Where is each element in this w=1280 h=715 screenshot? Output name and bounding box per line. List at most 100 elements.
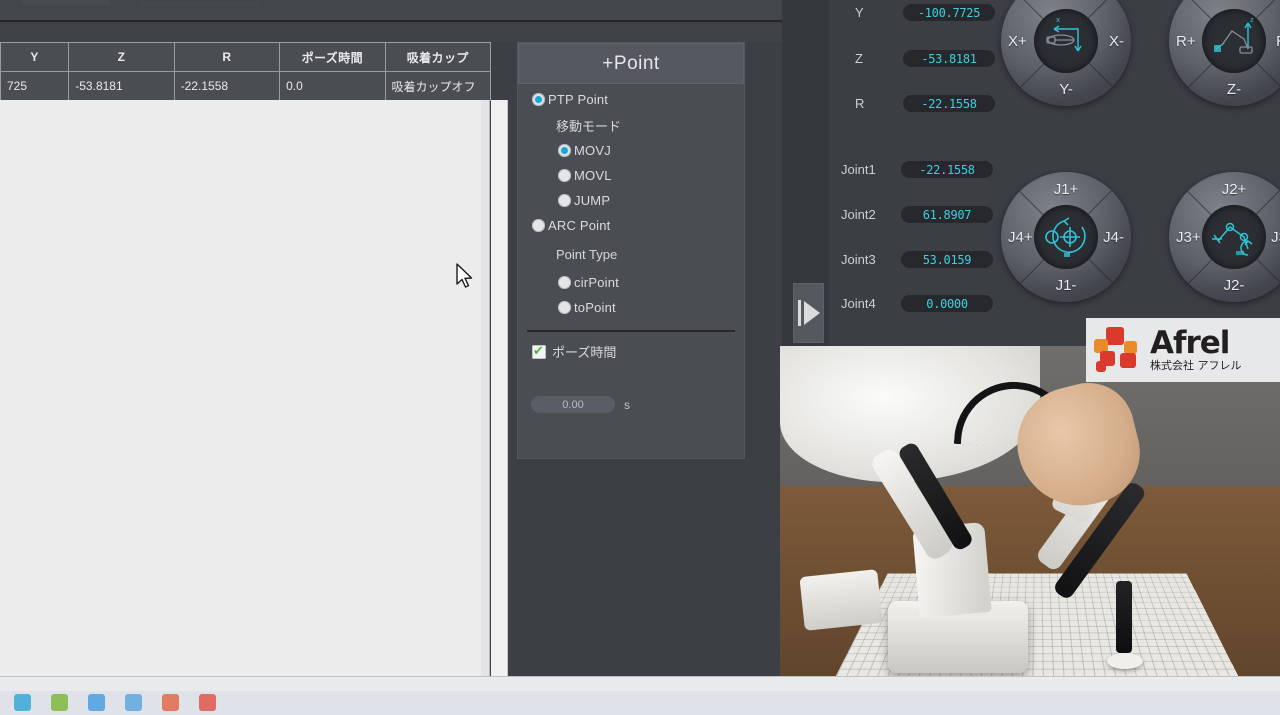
point-list-canvas[interactable] xyxy=(0,100,490,676)
arm-joint-icon xyxy=(1212,222,1253,256)
afrel-company-name: 株式会社 アフレル xyxy=(1150,359,1242,372)
coord-readout-r: R -22.1558 xyxy=(855,95,995,112)
radio-label-movj: MOVJ xyxy=(574,143,611,158)
jog-button-j4-minus[interactable]: J4- xyxy=(1103,229,1124,246)
column-header-r[interactable]: R xyxy=(173,42,281,72)
afrel-blocks-icon xyxy=(1092,325,1148,375)
coord-readout-z: Z -53.8181 xyxy=(855,50,995,67)
joint-value-4: 0.0000 xyxy=(901,295,993,312)
app-right-edge xyxy=(745,42,782,676)
robot-video-feed[interactable] xyxy=(780,346,1280,715)
jog-button-j2-plus[interactable]: J2+ xyxy=(1169,181,1280,198)
afrel-logo: Afrel 株式会社 アフレル xyxy=(1086,318,1280,382)
joint-label-4: Joint4 xyxy=(841,296,876,311)
label-point-type: Point Type xyxy=(556,246,618,262)
j2-j3-jog-dial[interactable]: J2+ J2- J3+ J3- xyxy=(1169,172,1280,302)
checkbox-label-pause-time: ポーズ時間 xyxy=(552,345,617,360)
vertical-scrollbar[interactable] xyxy=(491,100,508,676)
jog-button-j1-plus[interactable]: J1+ xyxy=(1001,181,1131,198)
label-move-mode: 移動モード xyxy=(556,118,622,134)
taskbar-icon-3[interactable] xyxy=(88,694,105,711)
taskbar-icon-4[interactable] xyxy=(125,694,142,711)
taskbar-icon-5[interactable] xyxy=(162,694,179,711)
table-row[interactable]: 725 -53.8181 -22.1558 0.0 吸着カップオフ xyxy=(0,71,492,101)
dobot-studio-window: Y Z R ポーズ時間 吸着カップ 725 -53.8181 -22.1558 … xyxy=(0,0,782,676)
joint-readout-1: Joint1 -22.1558 xyxy=(841,161,993,178)
cell-r[interactable]: -22.1558 xyxy=(173,71,281,101)
cell-y[interactable]: 725 xyxy=(0,71,70,101)
screen-root: Y Z R ポーズ時間 吸着カップ 725 -53.8181 -22.1558 … xyxy=(0,0,1280,715)
xy-dial-hub-icon: x xyxy=(1034,9,1098,73)
joint-readout-3: Joint3 53.0159 xyxy=(841,251,993,268)
checkbox-pause-time[interactable]: ポーズ時間 xyxy=(532,342,616,361)
jog-button-y-minus[interactable]: Y- xyxy=(1001,81,1131,98)
joint-value-1: -22.1558 xyxy=(901,161,993,178)
app-tab-highlight[interactable] xyxy=(22,0,110,5)
taskbar-icon-1[interactable] xyxy=(14,694,31,711)
jog-button-j3-plus[interactable]: J3+ xyxy=(1176,229,1201,246)
jog-button-r-minus[interactable]: R- xyxy=(1276,33,1280,50)
video-controller-box xyxy=(799,569,883,631)
video-suction-cup xyxy=(1107,653,1143,669)
radio-movl[interactable]: MOVL xyxy=(518,163,744,188)
jog-button-j1-minus[interactable]: J1- xyxy=(1001,277,1131,294)
j1-j4-jog-dial[interactable]: J1+ J1- J4+ J4- xyxy=(1001,172,1131,302)
radio-ptp-point[interactable]: PTP Point xyxy=(518,87,744,112)
coord-label-y: Y xyxy=(855,5,864,20)
column-header-y[interactable]: Y xyxy=(0,42,70,72)
jog-button-j2-minus[interactable]: J2- xyxy=(1169,277,1280,294)
jog-button-j4-plus[interactable]: J4+ xyxy=(1008,229,1033,246)
radio-jump[interactable]: JUMP xyxy=(518,188,744,213)
pause-time-input[interactable]: 0.00 xyxy=(531,396,615,413)
add-point-panel: +Point PTP Point 移動モード MOVJ MOVL JUMP AR… xyxy=(517,42,745,459)
radio-movj[interactable]: MOVJ xyxy=(518,138,744,163)
pause-time-unit-label: s xyxy=(624,397,630,412)
joint-readout-2: Joint2 61.8907 xyxy=(841,206,993,223)
joint-label-3: Joint3 xyxy=(841,252,876,267)
taskbar-icon-6[interactable] xyxy=(199,694,216,711)
video-end-effector xyxy=(1116,581,1132,653)
robot-top-view-icon: x xyxy=(1046,16,1082,52)
checkmark-icon xyxy=(532,343,546,359)
taskbar-icon-2[interactable] xyxy=(51,694,68,711)
app-sub-bar xyxy=(0,24,782,42)
radio-label-jump: JUMP xyxy=(574,193,611,208)
column-header-pause-time[interactable]: ポーズ時間 xyxy=(279,42,386,72)
radio-topoint[interactable]: toPoint xyxy=(518,295,744,320)
rz-jog-dial[interactable]: z R+ R- Z- xyxy=(1169,0,1280,106)
xy-jog-dial[interactable]: x X+ X- Y- xyxy=(1001,0,1131,106)
column-header-z[interactable]: Z xyxy=(68,42,175,72)
jog-button-x-plus[interactable]: X+ xyxy=(1008,33,1027,50)
radio-cirpoint[interactable]: cirPoint xyxy=(518,270,744,295)
joint-rotation-icon xyxy=(1045,217,1086,257)
os-taskbar[interactable] xyxy=(0,676,1280,715)
expand-panel-button[interactable] xyxy=(793,283,824,343)
cell-pause-time[interactable]: 0.0 xyxy=(279,71,386,101)
add-point-button[interactable]: +Point xyxy=(518,43,744,84)
joint-label-2: Joint2 xyxy=(841,207,876,222)
jog-button-z-minus[interactable]: Z- xyxy=(1169,81,1280,98)
cell-z[interactable]: -53.8181 xyxy=(68,71,175,101)
joint-value-3: 53.0159 xyxy=(901,251,993,268)
radio-indicator-icon xyxy=(558,169,571,182)
radio-indicator-icon xyxy=(558,276,571,289)
app-tab-secondary[interactable] xyxy=(140,2,260,6)
jog-button-r-plus[interactable]: R+ xyxy=(1176,33,1196,50)
radio-indicator-icon xyxy=(558,194,571,207)
jog-button-x-minus[interactable]: X- xyxy=(1109,33,1124,50)
svg-text:x: x xyxy=(1056,16,1060,24)
cell-suction-cup[interactable]: 吸着カップオフ xyxy=(384,71,492,101)
point-options-list: PTP Point 移動モード MOVJ MOVL JUMP ARC Point… xyxy=(518,87,744,320)
afrel-brand-name: Afrel xyxy=(1150,325,1230,361)
canvas-inner-edge xyxy=(481,100,489,676)
taskbar-icons xyxy=(0,693,216,715)
coord-value-z: -53.8181 xyxy=(903,50,995,67)
pause-time-field-row: 0.00 s xyxy=(531,396,630,413)
radio-arc-point[interactable]: ARC Point xyxy=(518,213,744,238)
teaching-point-table: Y Z R ポーズ時間 吸着カップ 725 -53.8181 -22.1558 … xyxy=(0,42,492,101)
column-header-suction-cup[interactable]: 吸着カップ xyxy=(384,42,492,72)
joint-label-1: Joint1 xyxy=(841,162,876,177)
j1-j4-dial-hub-icon xyxy=(1034,205,1098,269)
jog-button-j3-minus[interactable]: J3- xyxy=(1271,229,1280,246)
chevron-right-icon xyxy=(803,301,820,325)
